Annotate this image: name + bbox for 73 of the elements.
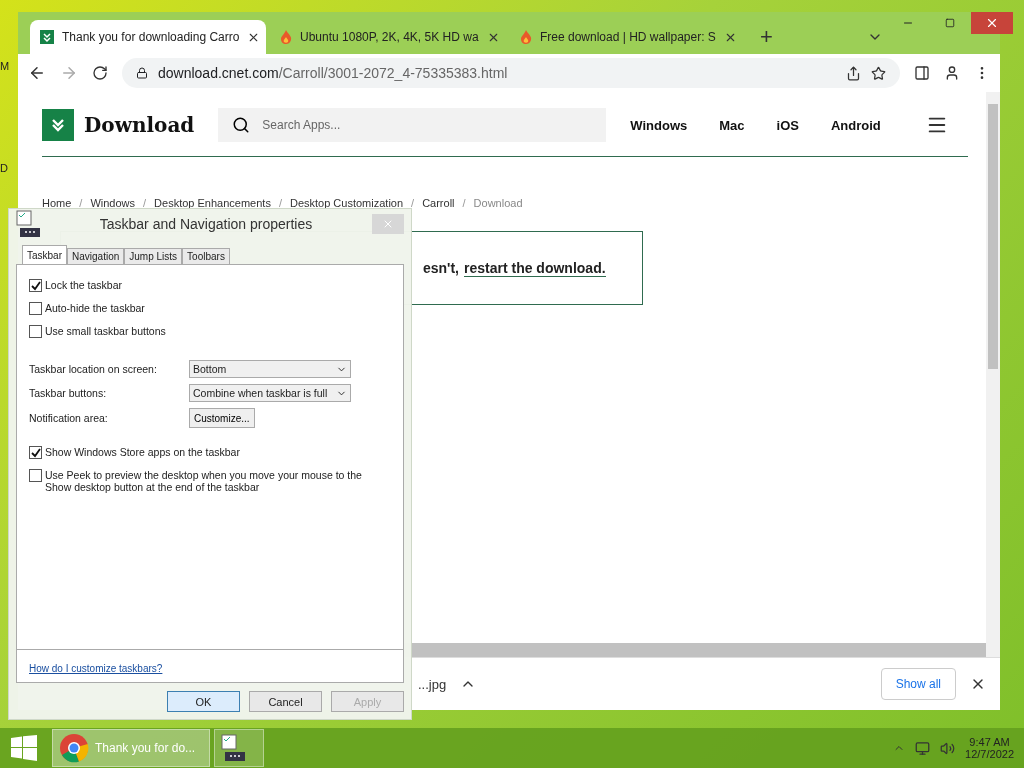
checkbox[interactable] — [29, 325, 42, 338]
checkbox-label: Use small taskbar buttons — [45, 325, 166, 337]
download-logo-icon — [40, 30, 54, 44]
breadcrumb-link[interactable]: Desktop Customization — [289, 197, 404, 209]
browser-tab[interactable]: Free download | HD wallpaper: S — [510, 20, 746, 54]
close-button[interactable] — [970, 12, 1013, 34]
download-file-name[interactable]: ...jpg — [418, 676, 447, 692]
checkbox[interactable] — [29, 446, 42, 459]
breadcrumb-link[interactable]: Home — [42, 197, 72, 209]
side-panel-icon[interactable] — [914, 65, 930, 81]
flame-icon — [520, 30, 532, 44]
close-icon — [382, 218, 394, 230]
dropdown[interactable]: Combine when taskbar is full — [189, 384, 351, 402]
clock[interactable]: 9:47 AM 12/7/2022 — [965, 736, 1014, 760]
search-field[interactable]: Search Apps... — [260, 117, 593, 133]
logo-text: Download — [84, 113, 195, 137]
back-icon[interactable] — [28, 64, 46, 82]
checkbox[interactable] — [29, 469, 42, 482]
profile-icon[interactable] — [944, 65, 960, 81]
field-label: Notification area: — [29, 412, 109, 424]
logo-icon — [42, 109, 74, 141]
star-icon[interactable] — [871, 65, 886, 81]
chrome-icon — [59, 733, 89, 763]
flame-icon — [280, 30, 292, 44]
dialog-tab[interactable]: Taskbar — [22, 245, 67, 265]
checkbox-label: Use Peek to preview the desktop when you move your mouse to the Show desktop button at the end of the taskbar — [45, 469, 363, 493]
checkbox[interactable] — [29, 279, 42, 292]
dialog-button[interactable]: Cancel — [249, 691, 322, 712]
breadcrumb-separator: / — [462, 197, 466, 209]
share-icon[interactable] — [846, 65, 861, 81]
breadcrumb-link[interactable]: Download — [473, 197, 523, 209]
taskbar-button[interactable] — [214, 729, 264, 767]
desktop-icon-label: M — [0, 60, 10, 72]
search-icon — [232, 116, 251, 134]
breadcrumb-separator: / — [411, 197, 415, 209]
nav-link[interactable]: Mac — [719, 117, 745, 133]
settings-window-icon — [221, 734, 245, 762]
network-icon[interactable] — [915, 740, 931, 756]
dialog-button[interactable]: OK — [167, 691, 240, 712]
breadcrumb-link[interactable]: Desktop Enhancements — [154, 197, 271, 209]
desktop-icon-label: D — [0, 162, 8, 174]
field-label: Taskbar buttons: — [29, 387, 108, 399]
show-all-button[interactable]: Show all — [880, 668, 956, 700]
breadcrumb-separator: / — [79, 197, 83, 209]
checkbox-label: Auto-hide the taskbar — [45, 302, 145, 314]
breadcrumb-link[interactable]: Carroll — [422, 197, 455, 209]
dropdown[interactable]: Bottom — [189, 360, 351, 378]
breadcrumb-separator: / — [278, 197, 282, 209]
dialog-title: Taskbar and Navigation properties — [98, 216, 314, 232]
breadcrumb-separator: / — [143, 197, 147, 209]
url-text: download.cnet.com/Carroll/3001-2072_4-75335383.html — [158, 65, 508, 81]
checkbox-label: Lock the taskbar — [45, 279, 123, 291]
checkbox[interactable] — [29, 302, 42, 315]
volume-icon[interactable] — [940, 740, 956, 756]
nav-link[interactable]: iOS — [776, 117, 799, 133]
message-text: esn't, — [423, 260, 459, 276]
nav-link[interactable]: Android — [830, 117, 881, 133]
reload-icon[interactable] — [92, 65, 108, 81]
help-link[interactable]: How do I customize taskbars? — [29, 663, 163, 674]
settings-window-icon — [16, 210, 40, 238]
customize-button[interactable]: Customize... — [189, 408, 255, 428]
search-box[interactable]: Search Apps... — [218, 108, 607, 142]
field-label: Taskbar location on screen: — [29, 363, 158, 375]
browser-tab[interactable]: Ubuntu 1080P, 2K, 4K, 5K HD wa — [270, 20, 506, 54]
restart-link[interactable]: restart the download. — [464, 259, 606, 277]
lock-icon — [136, 67, 148, 79]
new-tab-button[interactable]: + — [750, 20, 783, 54]
nav-link[interactable]: Windows — [630, 117, 688, 133]
address-bar[interactable]: download.cnet.com/Carroll/3001-2072_4-75335383.html — [122, 58, 900, 88]
checkbox-label: Show Windows Store apps on the taskbar — [45, 446, 240, 458]
breadcrumb-link[interactable]: Windows — [90, 197, 136, 209]
maximize-icon[interactable] — [944, 18, 955, 28]
browser-tab[interactable]: Thank you for downloading Carro — [30, 20, 266, 54]
